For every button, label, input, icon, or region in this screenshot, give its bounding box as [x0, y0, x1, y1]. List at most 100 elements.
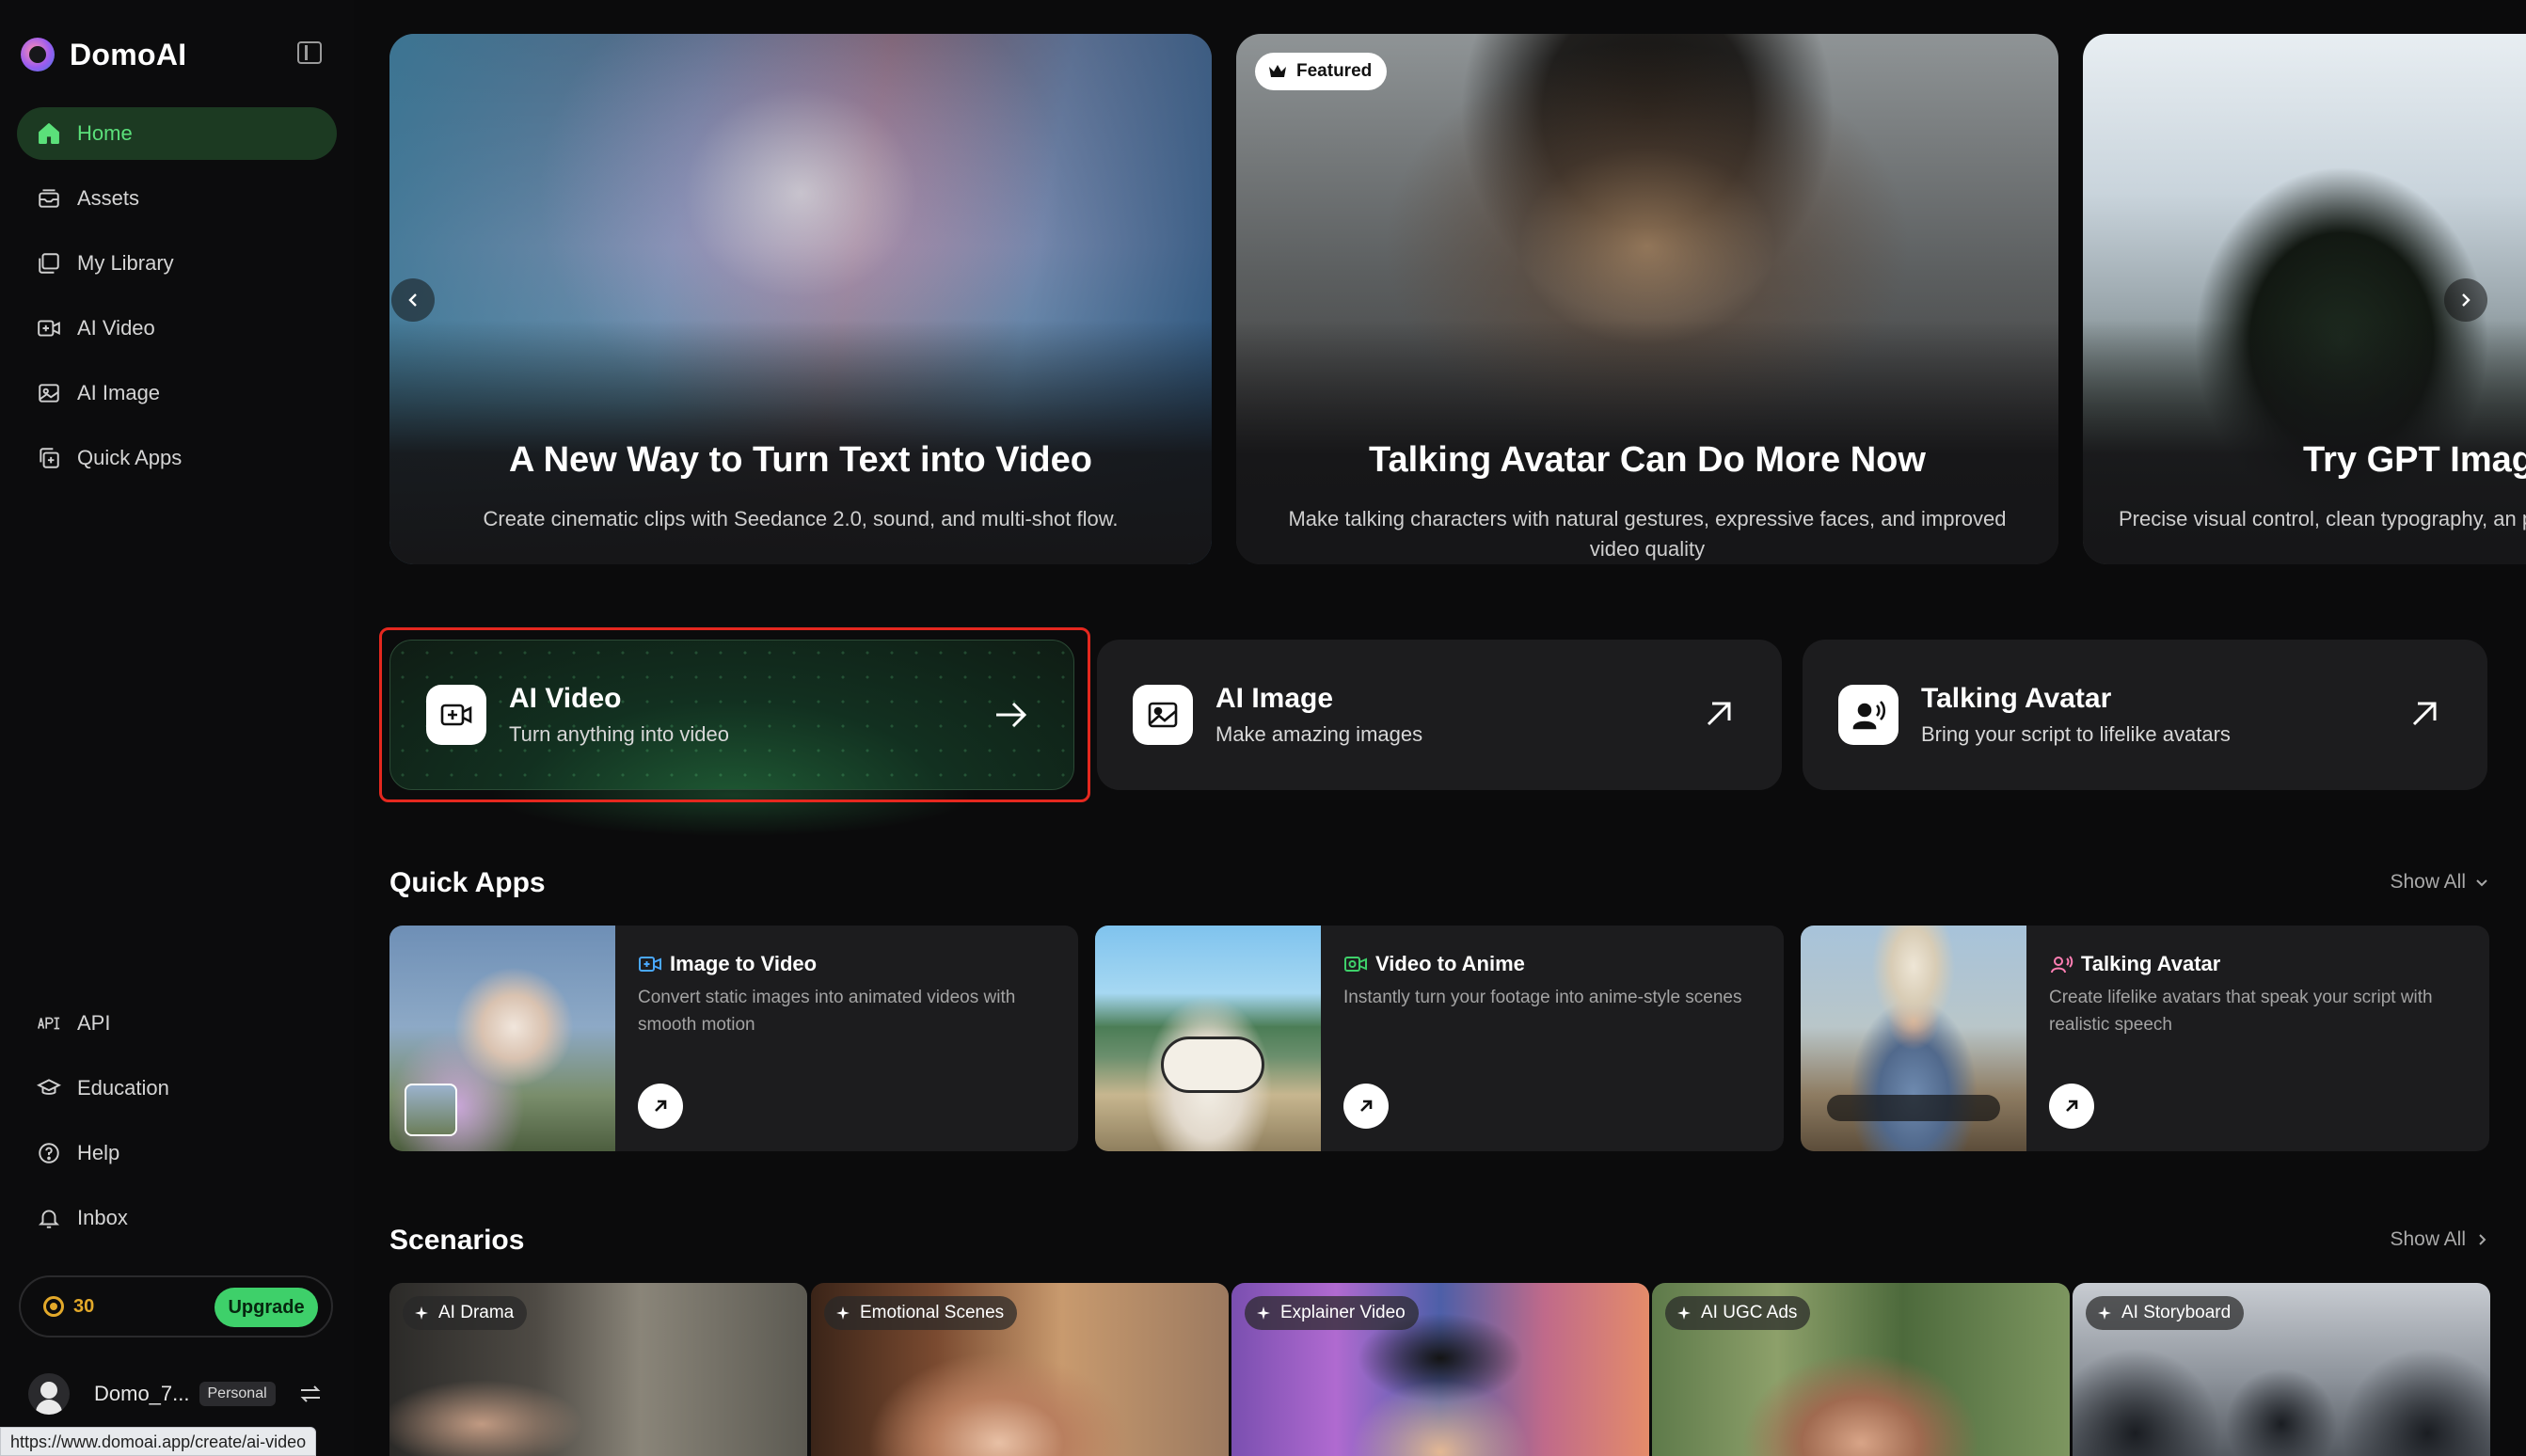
scenarios-show-all[interactable]: Show All: [2390, 1228, 2488, 1251]
feature-card-ai-video[interactable]: AI Video Turn anything into video: [389, 640, 1074, 790]
anime-rider: [1161, 1037, 1264, 1093]
nav-item-assets[interactable]: Assets: [17, 172, 337, 225]
nav-label: Quick Apps: [77, 446, 183, 469]
feature-card-ai-image[interactable]: AI Image Make amazing images: [1097, 640, 1782, 790]
open-app-button[interactable]: [1343, 1084, 1389, 1129]
scenario-card-ai-ugc-ads[interactable]: AI UGC Ads: [1652, 1283, 2070, 1456]
nav-item-quick-apps[interactable]: Quick Apps: [17, 432, 337, 484]
status-bar-url: https://www.domoai.app/create/ai-video: [0, 1427, 317, 1456]
app-thumbnail: [1095, 926, 1321, 1151]
nav-item-ai-image[interactable]: AI Image: [17, 367, 337, 419]
app-thumbnail: [1801, 926, 2026, 1151]
nav-item-help[interactable]: Help: [17, 1127, 337, 1179]
scenario-card-ai-drama[interactable]: AI Drama: [389, 1283, 807, 1456]
nav-item-ai-video[interactable]: AI Video: [17, 302, 337, 355]
banner-description: Precise visual control, clean typography…: [2119, 507, 2526, 530]
nav-label: Assets: [77, 186, 140, 210]
scenario-tag: AI UGC Ads: [1665, 1296, 1811, 1330]
sparkle-icon: [2098, 1306, 2111, 1320]
app-thumbnail: [389, 926, 615, 1151]
banner-description: Create cinematic clips with Seedance 2.0…: [483, 507, 1119, 530]
image-icon: [36, 380, 62, 406]
nav-item-api[interactable]: API: [17, 997, 337, 1050]
feature-text: Talking Avatar Bring your script to life…: [1921, 683, 2231, 747]
brand-logo[interactable]: DomoAI: [21, 34, 186, 75]
avatar[interactable]: [28, 1373, 70, 1415]
speaking-person-icon: [1838, 685, 1898, 745]
scenario-label: Emotional Scenes: [860, 1303, 1005, 1322]
collapse-sidebar-icon[interactable]: [297, 41, 322, 64]
library-icon: [36, 250, 62, 277]
education-icon: [36, 1075, 62, 1101]
speaking-person-icon: [2051, 956, 2073, 973]
nav-item-education[interactable]: Education: [17, 1062, 337, 1115]
arrow-right-icon[interactable]: [991, 695, 1030, 735]
open-app-button[interactable]: [2049, 1084, 2094, 1129]
scenario-tag: AI Drama: [403, 1296, 528, 1330]
sidebar: DomoAI Home Assets My Library AI Video A…: [0, 0, 354, 1456]
scenario-card-ai-storyboard[interactable]: AI Storyboard: [2073, 1283, 2490, 1456]
show-all-label: Show All: [2390, 1228, 2466, 1250]
arrow-up-right-icon[interactable]: [2405, 694, 2444, 734]
feature-subtitle: Bring your script to lifelike avatars: [1921, 722, 2231, 746]
banner-talking-avatar[interactable]: Featured Talking Avatar Can Do More Now …: [1236, 34, 2058, 564]
api-icon: [36, 1010, 62, 1037]
feature-subtitle: Turn anything into video: [509, 722, 729, 746]
sparkle-icon: [415, 1306, 428, 1320]
chevron-right-icon: [2462, 293, 2470, 307]
switch-account-icon[interactable]: [298, 1383, 323, 1405]
nav-label: Education: [77, 1076, 169, 1100]
nav-label: API: [77, 1011, 111, 1035]
arrow-up-right-icon: [2066, 1100, 2078, 1112]
app-title-row: Image to Video: [638, 952, 817, 976]
banner-description: Make talking characters with natural ges…: [1288, 507, 2007, 561]
banner-title: Talking Avatar Can Do More Now: [1369, 440, 1926, 480]
quick-apps-show-all[interactable]: Show All: [2390, 871, 2488, 894]
sparkle-icon: [1677, 1306, 1691, 1320]
section-title-scenarios: Scenarios: [389, 1225, 525, 1256]
sparkle-icon: [1257, 1306, 1270, 1320]
app-title-row: Video to Anime: [1343, 952, 1525, 976]
open-app-button[interactable]: [638, 1084, 683, 1129]
quick-app-video-to-anime[interactable]: Video to Anime Instantly turn your foota…: [1095, 926, 1784, 1151]
app-title: Talking Avatar: [2081, 952, 2221, 975]
feature-title: AI Image: [1215, 683, 1334, 714]
app-description: Convert static images into animated vide…: [638, 988, 1016, 1035]
banner-title: Try GPT Imag: [2303, 440, 2526, 480]
quick-app-talking-avatar[interactable]: Talking Avatar Create lifelike avatars t…: [1801, 926, 2489, 1151]
arrow-up-right-icon[interactable]: [1699, 694, 1739, 734]
app-description: Instantly turn your footage into anime-s…: [1343, 988, 1742, 1007]
scenario-tag: Emotional Scenes: [824, 1296, 1018, 1330]
home-icon: [36, 120, 62, 147]
video-icon: [36, 315, 62, 341]
upgrade-button[interactable]: Upgrade: [214, 1288, 318, 1327]
nav-label: Help: [77, 1141, 120, 1164]
nav-item-home[interactable]: Home: [17, 107, 337, 160]
nav-label: Inbox: [77, 1206, 128, 1229]
feature-title: AI Video: [509, 683, 622, 714]
scenario-card-emotional-scenes[interactable]: Emotional Scenes: [811, 1283, 1229, 1456]
scenario-card-explainer-video[interactable]: Explainer Video: [1231, 1283, 1649, 1456]
feature-card-talking-avatar[interactable]: Talking Avatar Bring your script to life…: [1803, 640, 2487, 790]
feature-text: AI Video Turn anything into video: [509, 683, 729, 747]
chevron-down-icon: [2476, 879, 2487, 887]
app-title-row: Talking Avatar: [2049, 952, 2220, 976]
feature-text: AI Image Make amazing images: [1215, 683, 1422, 747]
carousel-prev-button[interactable]: [391, 278, 435, 322]
nav-label: AI Image: [77, 381, 161, 404]
crown-icon: [1269, 65, 1286, 77]
user-profile[interactable]: Domo_7... Personal: [28, 1373, 329, 1415]
section-title-quick-apps: Quick Apps: [389, 867, 546, 898]
sparkle-icon: [836, 1306, 850, 1320]
nav-item-inbox[interactable]: Inbox: [17, 1192, 337, 1244]
nav-item-my-library[interactable]: My Library: [17, 237, 337, 290]
quick-app-image-to-video[interactable]: Image to Video Convert static images int…: [389, 926, 1078, 1151]
audio-waveform: [1827, 1095, 2000, 1121]
arrow-up-right-icon: [655, 1100, 667, 1112]
secondary-nav: API Education Help Inbox: [17, 997, 337, 1257]
banner-text-to-video[interactable]: A New Way to Turn Text into Video Create…: [389, 34, 1212, 564]
carousel-next-button[interactable]: [2444, 278, 2487, 322]
app-title: Video to Anime: [1375, 952, 1525, 975]
scenario-label: AI Drama: [438, 1303, 515, 1322]
domoai-logo-icon: [21, 38, 55, 71]
